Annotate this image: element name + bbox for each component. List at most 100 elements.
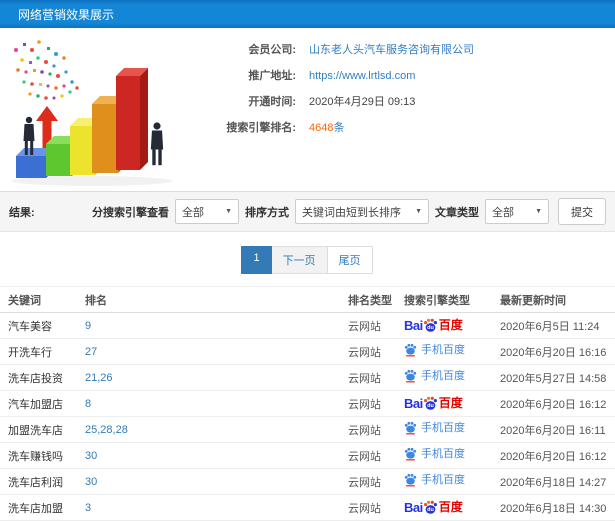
promo-url-row: 推广地址: https://www.lrtlsd.com [180, 68, 615, 84]
url-label: 推广地址: [248, 70, 296, 82]
chevron-down-icon: ▼ [535, 208, 542, 215]
baidu-mobile-logo: 手机百度 [404, 447, 465, 461]
updated-cell: 2020年6月20日 16:16 [500, 346, 607, 359]
rank-type-cell: 云网站 [348, 450, 381, 463]
rank-link[interactable]: 3 [85, 502, 348, 514]
bar-red [116, 68, 148, 170]
bar-chart-illustration [0, 28, 180, 191]
businessman-right [150, 122, 164, 166]
baidu-logo-text-bai: Bai [404, 499, 423, 515]
engine-cell: 手机百度 [404, 343, 500, 360]
rank-type-cell: 云网站 [348, 398, 381, 411]
engine-filter-value: 全部 [182, 206, 204, 219]
rank-label: 搜索引擎排名: [226, 122, 296, 134]
opened-time-row: 开通时间: 2020年4月29日 09:13 [180, 94, 615, 110]
result-label: 结果: [9, 206, 35, 219]
company-link[interactable]: 山东老人头汽车服务咨询有限公司 [309, 42, 474, 58]
article-type-select[interactable]: 全部 ▼ [485, 199, 549, 224]
mobile-baidu-paw-icon [404, 421, 417, 435]
engine-rank-row: 搜索引擎排名: 4648条 [180, 120, 615, 136]
rank-link[interactable]: 30 [85, 476, 348, 488]
header-engine-type: 搜索引擎类型 [404, 294, 470, 307]
engine-cell: Bai du 百度 [404, 500, 500, 515]
keyword-cell: 加盟洗车店 [8, 424, 63, 437]
baidu-mobile-logo: 手机百度 [404, 343, 465, 357]
updated-cell: 2020年6月20日 16:11 [500, 424, 606, 437]
mobile-baidu-paw-icon [404, 447, 417, 461]
header-updated: 最新更新时间 [500, 294, 566, 307]
mobile-baidu-paw-icon [404, 473, 417, 487]
rank-link[interactable]: 25,28,28 [85, 424, 348, 436]
rank-type-cell: 云网站 [348, 424, 381, 437]
rank-link[interactable]: 27 [85, 346, 348, 358]
engine-cell: 手机百度 [404, 447, 500, 464]
engine-cell: 手机百度 [404, 421, 500, 438]
table-header-row: 关键词 排名 排名类型 搜索引擎类型 最新更新时间 [0, 287, 615, 313]
page-1-button[interactable]: 1 [241, 246, 272, 274]
engine-cell: 手机百度 [404, 473, 500, 490]
header-rank-type: 排名类型 [348, 294, 392, 307]
engine-filter-label: 分搜索引擎查看 [92, 206, 169, 219]
updated-cell: 2020年5月27日 14:58 [500, 372, 607, 385]
sort-order-label: 排序方式 [245, 206, 289, 219]
sort-order-select[interactable]: 关键词由短到长排序 ▼ [295, 199, 429, 224]
baidu-mobile-logo: 手机百度 [404, 369, 465, 383]
baidu-logo-text-bai: Bai [404, 317, 423, 333]
submit-button[interactable]: 提交 [558, 198, 606, 225]
pagination: 1 下一页 尾页 [0, 246, 615, 274]
rank-type-cell: 云网站 [348, 320, 381, 333]
page-title: 网络营销效果展示 [18, 7, 115, 22]
rank-link[interactable]: 9 [85, 320, 348, 332]
rank-link[interactable]: 30 [85, 450, 348, 462]
table-row: 加盟洗车店 25,28,28 云网站 手机百度 2020年6月20日 16:11 [0, 417, 615, 443]
opened-value: 2020年4月29日 09:13 [309, 96, 416, 108]
chevron-down-icon: ▼ [415, 208, 422, 215]
promo-url-link[interactable]: https://www.lrtlsd.com [309, 68, 415, 84]
next-page-button[interactable]: 下一页 [270, 246, 328, 274]
article-type-value: 全部 [492, 206, 514, 219]
baidu-logo-text-bai: Bai [404, 395, 423, 411]
growth-chart-image [12, 40, 172, 186]
rank-type-cell: 云网站 [348, 346, 381, 359]
rank-type-cell: 云网站 [348, 372, 381, 385]
svg-text:du: du [427, 403, 434, 409]
table-row: 洗车赚钱吗 30 云网站 手机百度 2020年6月20日 16:12 [0, 443, 615, 469]
last-page-button[interactable]: 尾页 [326, 246, 373, 274]
engine-filter-select[interactable]: 全部 ▼ [175, 199, 239, 224]
member-company-row: 会员公司: 山东老人头汽车服务咨询有限公司 [180, 42, 615, 58]
baidu-mobile-logo: 手机百度 [404, 473, 465, 487]
sort-order-value: 关键词由短到长排序 [302, 206, 401, 219]
rank-type-cell: 云网站 [348, 502, 381, 515]
keyword-cell: 洗车店利润 [8, 476, 63, 489]
table-row: 开洗车行 27 云网站 手机百度 2020年6月20日 16:16 [0, 339, 615, 365]
mobile-baidu-paw-icon [404, 369, 417, 383]
rank-link[interactable]: 8 [85, 398, 348, 410]
header-keyword: 关键词 [8, 294, 41, 307]
filter-bar: 结果: 分搜索引擎查看 全部 ▼ 排序方式 关键词由短到长排序 ▼ 文章类型 全… [0, 191, 615, 232]
rank-count-number: 4648 [309, 122, 334, 134]
baidu-pc-logo: Bai du 百度 [404, 500, 463, 514]
company-label: 会员公司: [248, 44, 296, 56]
baidu-paw-icon: du [423, 500, 437, 514]
baidu-pc-logo: Bai du 百度 [404, 318, 463, 332]
mobile-baidu-label: 手机百度 [421, 369, 465, 382]
keyword-cell: 汽车加盟店 [8, 398, 63, 411]
mobile-baidu-label: 手机百度 [421, 421, 465, 434]
baidu-paw-icon: du [423, 396, 437, 410]
keyword-cell: 洗车店投资 [8, 372, 63, 385]
header-rank: 排名 [85, 294, 107, 307]
keyword-cell: 洗车店加盟 [8, 502, 63, 515]
opened-label: 开通时间: [248, 96, 296, 108]
keyword-cell: 洗车赚钱吗 [8, 450, 63, 463]
info-fields: 会员公司: 山东老人头汽车服务咨询有限公司 推广地址: https://www.… [180, 28, 615, 191]
table-row: 汽车加盟店 8 云网站 Bai du 百度 2020年6月20日 16:12 [0, 391, 615, 417]
updated-cell: 2020年6月5日 11:24 [500, 320, 600, 333]
table-row: 洗车店利润 30 云网站 手机百度 2020年6月18日 14:27 [0, 469, 615, 495]
engine-cell: Bai du 百度 [404, 396, 500, 411]
table-row: 汽车美容 9 云网站 Bai du 百度 2020年6月5日 11:24 [0, 313, 615, 339]
article-type-label: 文章类型 [435, 206, 479, 219]
updated-cell: 2020年6月20日 16:12 [500, 450, 607, 463]
engine-cell: Bai du 百度 [404, 318, 500, 333]
rank-link[interactable]: 21,26 [85, 372, 348, 384]
svg-text:du: du [427, 325, 434, 331]
